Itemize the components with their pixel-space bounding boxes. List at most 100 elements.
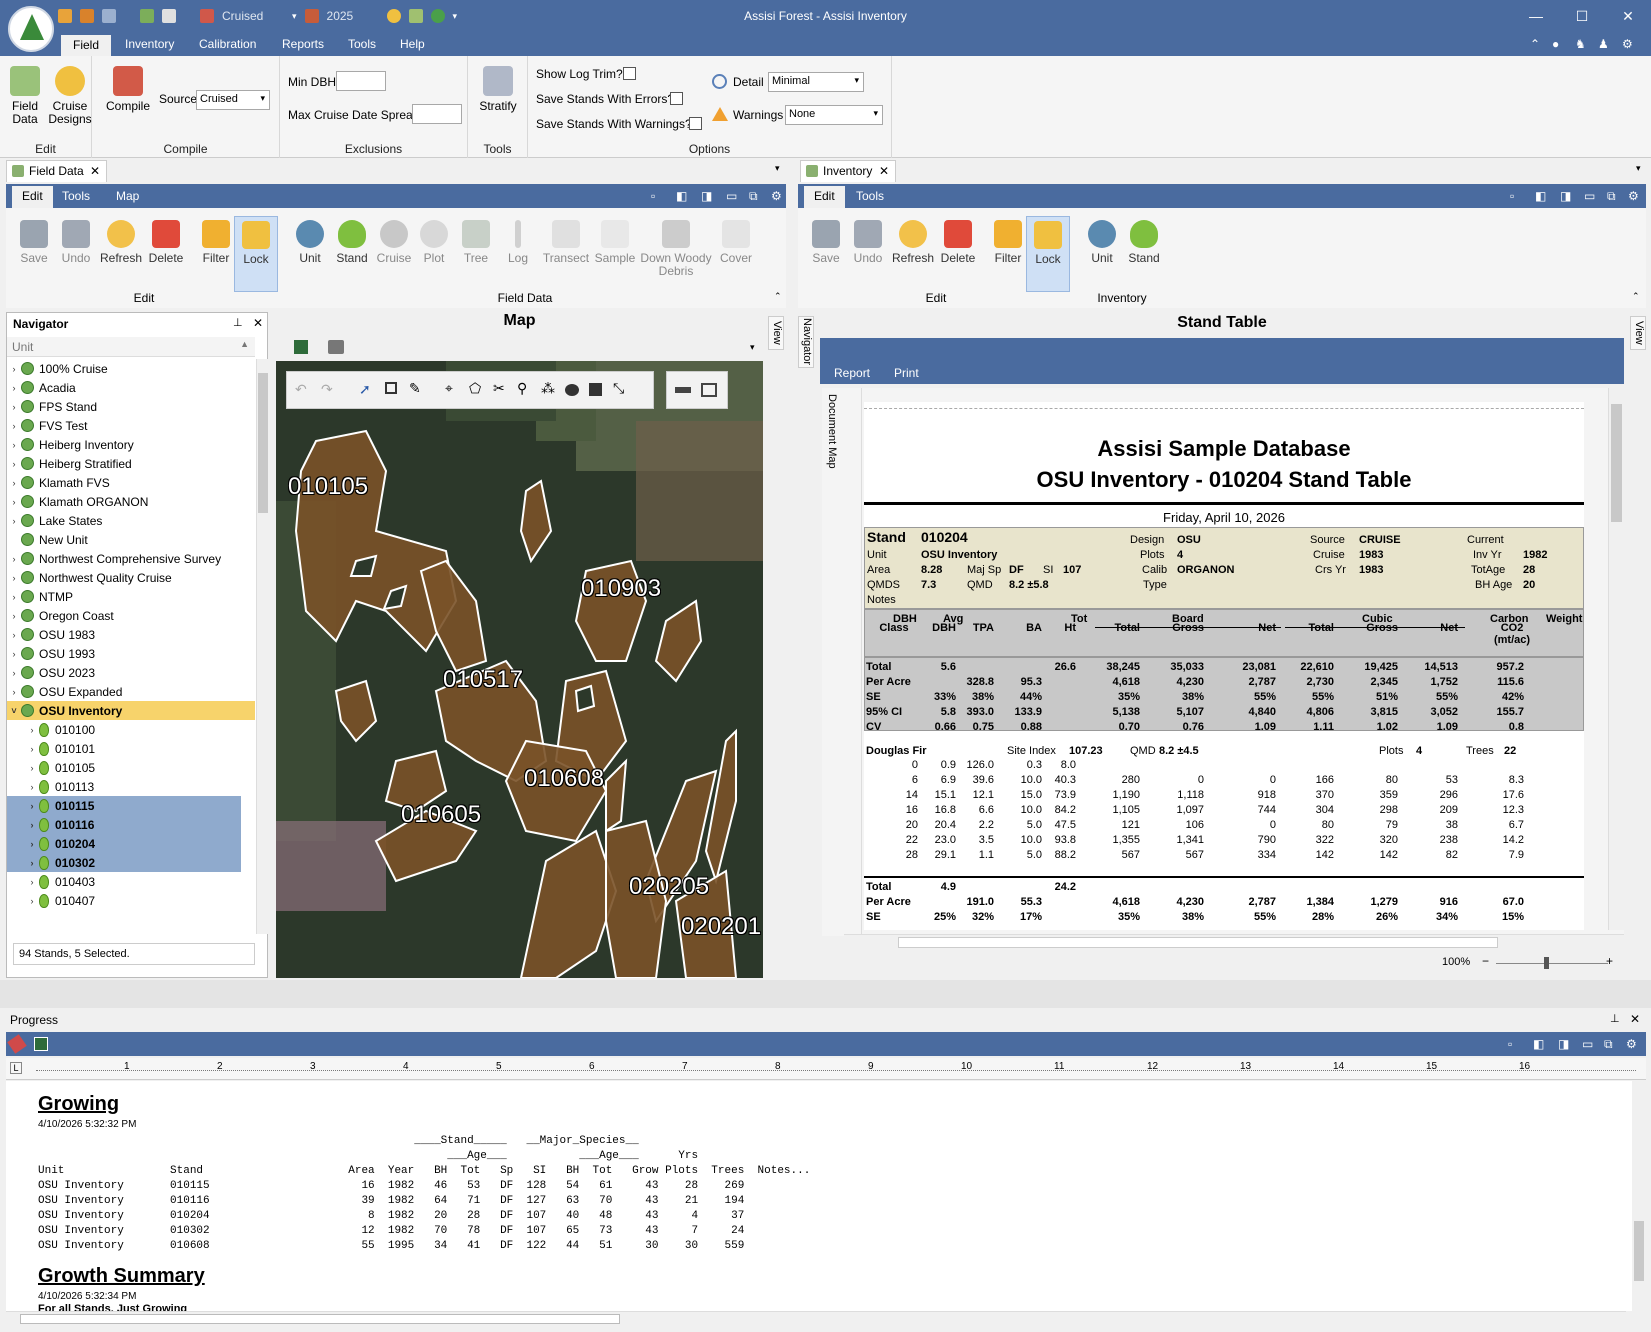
max-spread-input[interactable] bbox=[412, 104, 462, 124]
undo-icon[interactable]: ↶ bbox=[295, 381, 307, 398]
settings-icon[interactable]: ⚙ bbox=[1622, 37, 1633, 51]
menu-tab-reports[interactable]: Reports bbox=[282, 37, 324, 51]
pin-icon[interactable]: ⌖ bbox=[445, 380, 453, 397]
chevron-right-icon[interactable]: › bbox=[25, 896, 39, 906]
dock-left-icon[interactable]: ◧ bbox=[1535, 189, 1546, 203]
navigator-side-tab[interactable]: Navigator bbox=[798, 316, 814, 368]
navigator-stand-item[interactable]: › 010100 bbox=[7, 720, 241, 739]
undo-button[interactable]: Undo bbox=[846, 220, 890, 265]
lock-button[interactable]: Lock bbox=[1026, 216, 1070, 292]
refresh-button[interactable]: Refresh bbox=[888, 220, 938, 265]
down-woody-debris-button[interactable]: Down Woody Debris bbox=[636, 220, 716, 278]
warnings-select[interactable]: None bbox=[785, 105, 883, 125]
undo-button[interactable]: Undo bbox=[54, 220, 98, 265]
navigator-unit-item[interactable]: ˅ OSU Inventory bbox=[7, 701, 255, 720]
dock-bottom-icon[interactable]: ▭ bbox=[1584, 189, 1595, 203]
unit-column-header[interactable]: Unit ▲ bbox=[7, 337, 255, 357]
tab-edit[interactable]: Edit bbox=[12, 186, 53, 208]
chevron-up-icon[interactable]: ⌃ bbox=[774, 291, 782, 302]
navigator-stand-item[interactable]: › 010302 bbox=[7, 853, 241, 872]
tab-tools[interactable]: Tools bbox=[856, 189, 884, 203]
settings-icon[interactable]: ⚙ bbox=[1628, 189, 1639, 203]
navigator-unit-item[interactable]: › Heiberg Stratified bbox=[7, 454, 255, 473]
navigator-unit-item[interactable]: › Klamath FVS bbox=[7, 473, 255, 492]
scroll-thumb[interactable] bbox=[1611, 404, 1622, 522]
eraser-icon[interactable] bbox=[7, 1034, 27, 1054]
app-logo-icon[interactable] bbox=[8, 6, 54, 52]
navigator-unit-item[interactable]: › OSU 2023 bbox=[7, 663, 255, 682]
measure-icon[interactable]: ⤡ bbox=[613, 380, 624, 397]
cover-button[interactable]: Cover bbox=[712, 220, 760, 265]
zoom-in-icon[interactable]: + bbox=[1606, 954, 1613, 968]
chevron-right-icon[interactable]: › bbox=[25, 725, 39, 735]
unit-button[interactable]: Unit bbox=[1082, 220, 1122, 265]
close-button[interactable]: ✕ bbox=[1605, 0, 1651, 32]
menu-tab-field[interactable]: Field bbox=[61, 35, 112, 56]
print-icon[interactable] bbox=[328, 340, 344, 354]
cruise-designs-button[interactable]: Cruise Designs bbox=[48, 66, 92, 126]
points-icon[interactable]: ⁂ bbox=[541, 380, 555, 397]
dock-right-icon[interactable]: ◨ bbox=[1558, 1037, 1569, 1051]
chevron-right-icon[interactable]: › bbox=[25, 858, 39, 868]
navigator-stand-item[interactable]: › 010116 bbox=[7, 815, 241, 834]
chevron-right-icon[interactable]: › bbox=[7, 554, 21, 564]
navigator-stand-item[interactable]: › 010115 bbox=[7, 796, 241, 815]
chevron-right-icon[interactable]: › bbox=[7, 364, 21, 374]
navigator-unit-item[interactable]: › OSU 1993 bbox=[7, 644, 255, 663]
chevron-right-icon[interactable]: › bbox=[7, 402, 21, 412]
chevron-right-icon[interactable]: › bbox=[7, 421, 21, 431]
chevron-down-icon[interactable]: ▾ bbox=[1636, 163, 1641, 174]
zoom-slider[interactable] bbox=[1496, 963, 1608, 964]
link-icon[interactable]: ⚲ bbox=[517, 380, 527, 397]
dock-left-icon[interactable]: ◧ bbox=[1533, 1037, 1544, 1051]
tab-field-data[interactable]: Field Data ✕ bbox=[6, 160, 107, 182]
menu-tab-calibration[interactable]: Calibration bbox=[199, 37, 256, 51]
unit-button[interactable]: Unit bbox=[290, 220, 330, 265]
document-map-tab[interactable]: Document Map bbox=[826, 394, 838, 469]
chevron-right-icon[interactable]: › bbox=[7, 649, 21, 659]
menu-tab-inventory[interactable]: Inventory bbox=[125, 37, 174, 51]
navigator-unit-item[interactable]: › OSU 1983 bbox=[7, 625, 255, 644]
chevron-down-icon[interactable]: ▾ bbox=[775, 163, 780, 174]
tree-button[interactable]: Tree bbox=[454, 220, 498, 265]
chevron-down-icon[interactable]: ▾ bbox=[750, 342, 755, 353]
delete-button[interactable]: Delete bbox=[142, 220, 190, 265]
window-icon[interactable]: ▫ bbox=[1508, 1037, 1512, 1051]
chevron-right-icon[interactable]: › bbox=[25, 782, 39, 792]
rectangle-icon[interactable] bbox=[589, 383, 602, 396]
plot-button[interactable]: Plot bbox=[414, 220, 454, 265]
show-log-trim-checkbox[interactable] bbox=[623, 67, 636, 80]
lock-button[interactable]: Lock bbox=[234, 216, 278, 292]
log-button[interactable]: Log bbox=[496, 220, 540, 265]
source-select[interactable]: Cruised bbox=[196, 90, 270, 110]
save-map-icon[interactable] bbox=[294, 340, 308, 354]
stand-button[interactable]: Stand bbox=[330, 220, 374, 265]
popout-icon[interactable]: ⧉ bbox=[1604, 1037, 1613, 1052]
field-data-button[interactable]: Field Data bbox=[8, 66, 42, 126]
dock-right-icon[interactable]: ◨ bbox=[701, 189, 712, 203]
chevron-right-icon[interactable]: › bbox=[7, 497, 21, 507]
close-icon[interactable]: ✕ bbox=[879, 164, 889, 178]
navigator-scrollbar[interactable] bbox=[256, 359, 268, 934]
settings-icon[interactable]: ⚙ bbox=[771, 189, 782, 203]
refresh-button[interactable]: Refresh bbox=[96, 220, 146, 265]
chevron-right-icon[interactable]: › bbox=[7, 383, 21, 393]
pencil-icon[interactable]: ✎ bbox=[409, 380, 421, 397]
navigator-unit-item[interactable]: › Oregon Coast bbox=[7, 606, 255, 625]
view-side-tab[interactable]: View bbox=[768, 316, 784, 350]
dock-left-icon[interactable]: ◧ bbox=[676, 189, 687, 203]
chevron-right-icon[interactable]: › bbox=[25, 744, 39, 754]
close-icon[interactable]: ✕ bbox=[90, 164, 100, 178]
scroll-thumb[interactable] bbox=[258, 373, 268, 513]
scroll-thumb[interactable] bbox=[898, 937, 1498, 948]
delete-button[interactable]: Delete bbox=[934, 220, 982, 265]
cruise-button[interactable]: Cruise bbox=[372, 220, 416, 265]
dock-bottom-icon[interactable]: ▭ bbox=[1582, 1037, 1593, 1051]
stand-button[interactable]: Stand bbox=[1122, 220, 1166, 265]
navigator-stand-item[interactable]: › 010113 bbox=[7, 777, 241, 796]
chevron-right-icon[interactable]: › bbox=[7, 459, 21, 469]
dock-right-icon[interactable]: ◨ bbox=[1560, 189, 1571, 203]
progress-hscrollbar[interactable] bbox=[6, 1311, 1626, 1325]
min-dbh-input[interactable] bbox=[336, 71, 386, 91]
zoom-out-icon[interactable]: − bbox=[1482, 954, 1489, 968]
